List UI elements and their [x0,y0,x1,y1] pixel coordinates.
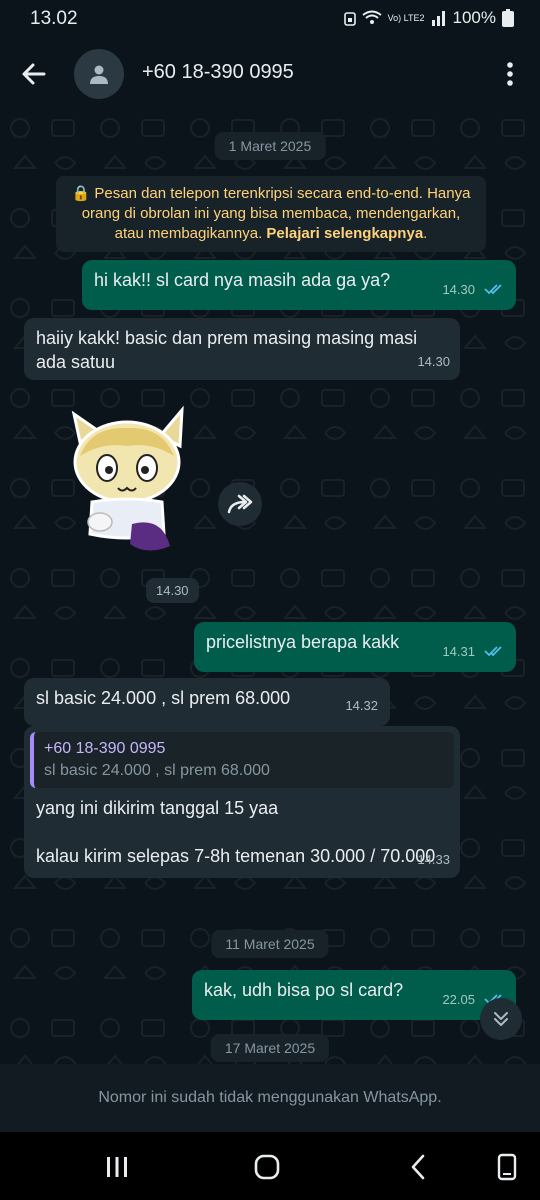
encryption-notice[interactable]: 🔒 Pesan dan telepon terenkripsi secara e… [56,176,486,252]
message-text: hi kak!! sl card nya masih ada ga ya? [94,270,391,290]
chat-header: +60 18-390 0995 [0,40,540,108]
message-time: 22.05 [442,992,475,1007]
quoted-message[interactable]: +60 18-390 0995 sl basic 24.000 , sl pre… [30,732,454,788]
network-label: Vo) LTE2 [387,12,425,23]
home-icon[interactable] [252,1152,282,1182]
forward-icon [227,494,253,514]
message-time: 14.31 [442,644,475,659]
signal-icon [431,11,445,26]
date-chip: 1 Maret 2025 [214,132,326,160]
message-incoming[interactable]: haiiy kakk! basic dan prem masing masing… [24,318,460,380]
lock-screen-icon [343,12,356,26]
status-icons: Vo) LTE2 100% [343,8,514,28]
message-text: kak, udh bisa po sl card? [204,980,404,1000]
recent-apps-icon[interactable] [102,1152,132,1182]
message-outgoing[interactable]: pricelistnya berapa kakk 14.31 [194,622,516,672]
message-incoming-reply[interactable]: +60 18-390 0995 sl basic 24.000 , sl pre… [24,726,460,878]
avatar[interactable] [74,49,124,99]
message-text: haiiy kakk! basic dan prem masing masing… [36,328,418,372]
message-incoming[interactable]: sl basic 24.000 , sl prem 68.000 14.32 [24,678,390,726]
message-time: 14.32 [345,698,378,713]
read-ticks-icon [484,284,502,295]
wifi-icon [362,10,382,24]
message-text: pricelistnya berapa kakk [206,632,400,652]
message-text: yang ini dikirim tanggal 15 yaa [36,798,279,818]
status-time: 13.02 [30,8,78,29]
system-nav-bar [0,1132,540,1200]
battery-percent: 100% [452,8,496,27]
message-text: kalau kirim selepas 7-8h temenan 30.000 … [36,846,436,866]
chat-area[interactable]: 1 Maret 2025 🔒 Pesan dan telepon terenkr… [0,108,540,1064]
battery-icon [502,9,514,27]
back-nav-icon[interactable] [404,1152,434,1182]
encryption-period: . [423,225,428,242]
message-time: 14.30 [442,282,475,297]
person-icon [90,65,108,84]
message-text: sl basic 24.000 , sl prem 68.000 [36,688,291,708]
double-chevron-down-icon [494,1012,508,1026]
quoted-sender: +60 18-390 0995 [44,740,166,757]
lock-icon: 🔒 [71,185,91,202]
message-time: 14.30 [417,354,450,369]
forward-button[interactable] [218,482,262,526]
contact-name[interactable]: +60 18-390 0995 [142,61,294,84]
keyboard-toggle-icon[interactable] [492,1152,522,1182]
inactive-number-notice: Nomor ini sudah tidak menggunakan WhatsA… [0,1064,540,1132]
back-arrow-icon[interactable] [18,58,50,90]
learn-more-link[interactable]: Pelajari selengkapnya [266,225,423,242]
quoted-text: sl basic 24.000 , sl prem 68.000 [44,762,270,779]
date-chip: 17 Maret 2025 [210,1034,330,1062]
message-outgoing[interactable]: hi kak!! sl card nya masih ada ga ya? 14… [82,260,516,310]
message-time: 14.33 [417,852,450,867]
read-ticks-icon [484,646,502,657]
sticker-time: 14.30 [146,578,199,603]
status-bar: 13.02 Vo) LTE2 100% [0,0,540,40]
cat-sticker-image[interactable] [52,406,202,556]
message-outgoing[interactable]: kak, udh bisa po sl card? 22.05 [192,970,516,1020]
more-options-icon[interactable] [500,58,520,90]
scroll-to-bottom-button[interactable] [480,998,522,1040]
date-chip: 11 Maret 2025 [211,930,329,958]
